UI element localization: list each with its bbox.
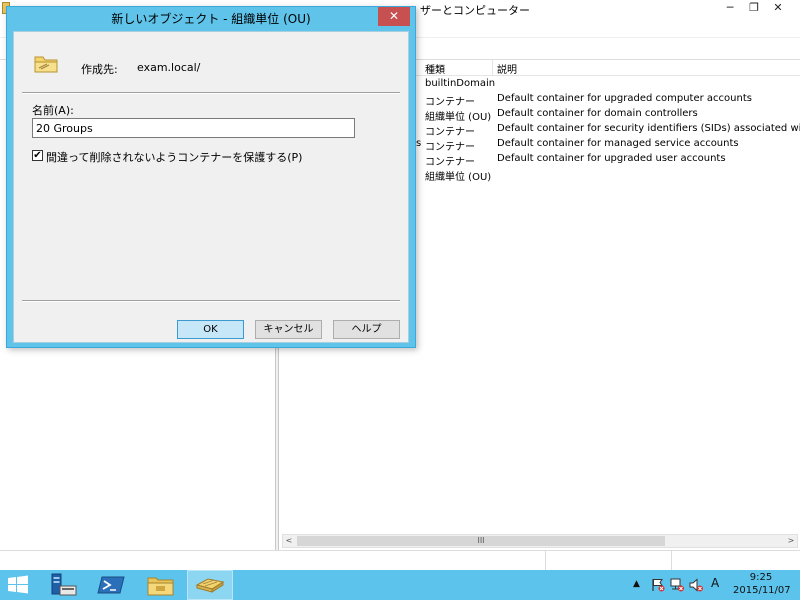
tray-overflow-arrow-icon[interactable]: ▲: [633, 579, 640, 589]
speaker-icon[interactable]: [688, 577, 704, 593]
list-item-type: コンテナー: [425, 157, 475, 168]
protect-checkbox-label[interactable]: 間違って削除されないようコンテナーを保護する(P): [46, 149, 302, 165]
list-item-type: コンテナー: [425, 142, 475, 153]
separator: [22, 92, 400, 94]
scrollbar-thumb[interactable]: III: [297, 536, 665, 546]
server-manager-icon: [51, 573, 77, 596]
scroll-right-arrow-icon[interactable]: >: [785, 535, 797, 547]
server-manager-taskbar-button[interactable]: [40, 570, 86, 600]
clock-time[interactable]: 9:25: [733, 572, 789, 583]
file-explorer-taskbar-button[interactable]: [138, 570, 184, 600]
new-ou-dialog: 新しいオブジェクト - 組織単位 (OU) ✕ 作成先: exam.local/…: [6, 6, 416, 348]
list-item-description: Default container for upgraded user acco…: [497, 153, 726, 164]
aduc-window-title: ザーとコンピューター: [420, 4, 530, 17]
list-item-type: コンテナー: [425, 127, 475, 138]
aduc-icon: [195, 578, 225, 593]
ime-indicator[interactable]: A: [711, 576, 719, 590]
scroll-left-arrow-icon[interactable]: <: [283, 535, 295, 547]
powershell-icon: [97, 576, 125, 594]
status-segment: [0, 551, 546, 570]
restore-button[interactable]: ❐: [742, 0, 766, 16]
create-in-path: exam.local/: [137, 61, 201, 74]
list-item-description: Default container for upgraded computer …: [497, 93, 752, 104]
list-item-type: builtinDomain: [425, 78, 496, 89]
ok-button[interactable]: OK: [177, 320, 244, 339]
status-bar: [0, 550, 800, 570]
ou-name-input[interactable]: [32, 118, 355, 138]
list-item-name-fragment: s: [416, 138, 422, 149]
network-icon[interactable]: [669, 577, 685, 593]
dialog-close-button[interactable]: ✕: [378, 7, 410, 26]
powershell-taskbar-button[interactable]: [89, 570, 135, 600]
column-header-description[interactable]: 説明: [497, 61, 517, 76]
start-icon[interactable]: [6, 574, 30, 596]
list-item-type: 組織単位 (OU): [425, 112, 492, 123]
separator: [22, 300, 400, 302]
flag-icon[interactable]: [650, 577, 666, 593]
help-button[interactable]: ヘルプ: [333, 320, 400, 339]
cancel-button[interactable]: キャンセル: [255, 320, 322, 339]
column-header-type[interactable]: 種類: [425, 61, 445, 76]
minimize-button[interactable]: ─: [718, 0, 742, 16]
taskbar: ▲ A 9:25 2015/11/07: [0, 570, 800, 600]
name-label: 名前(A):: [32, 104, 74, 117]
list-item-type: 組織単位 (OU): [425, 172, 492, 183]
dialog-title: 新しいオブジェクト - 組織単位 (OU): [111, 12, 311, 26]
create-in-label: 作成先:: [81, 63, 118, 76]
dialog-body: 作成先: exam.local/ 名前(A): ✔ 間違って削除されないようコン…: [13, 31, 409, 343]
list-item-type: コンテナー: [425, 97, 475, 108]
window-close-button[interactable]: ✕: [766, 0, 790, 16]
list-item-description: Default container for managed service ac…: [497, 138, 739, 149]
file-explorer-icon: [147, 577, 174, 596]
column-divider[interactable]: [492, 60, 493, 75]
list-item-description: Default container for domain controllers: [497, 108, 698, 119]
list-item-description: Default container for security identifie…: [497, 123, 800, 134]
protect-checkbox[interactable]: ✔: [32, 150, 43, 161]
folder-icon: [34, 56, 58, 73]
status-segment: [546, 551, 672, 570]
horizontal-scrollbar[interactable]: < III >: [282, 534, 798, 548]
aduc-taskbar-button[interactable]: [187, 570, 233, 600]
clock-date[interactable]: 2015/11/07: [733, 585, 791, 596]
